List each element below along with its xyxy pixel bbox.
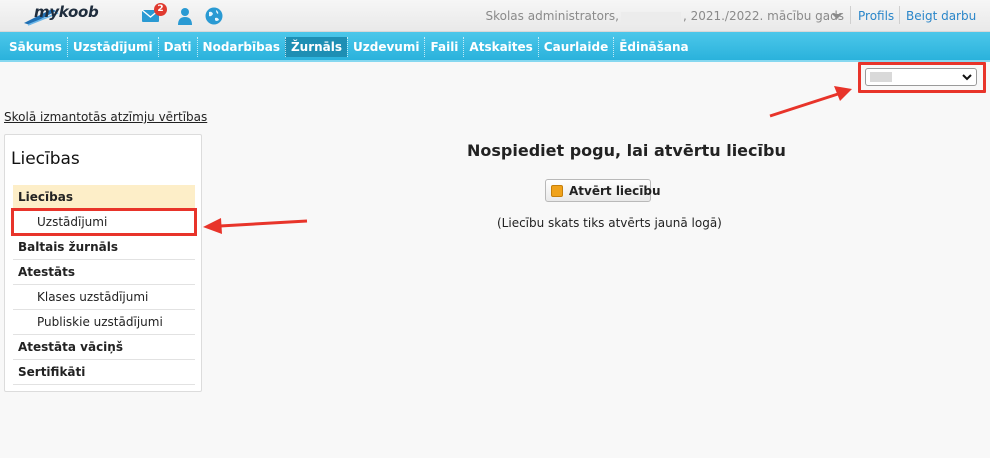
page: mykoob 2 Skolas administrators,, 2021./2… (0, 0, 990, 458)
arrow-to-select-icon (769, 86, 852, 118)
annotation-arrows (203, 86, 852, 234)
arrow-to-sidebar-icon (203, 218, 308, 234)
